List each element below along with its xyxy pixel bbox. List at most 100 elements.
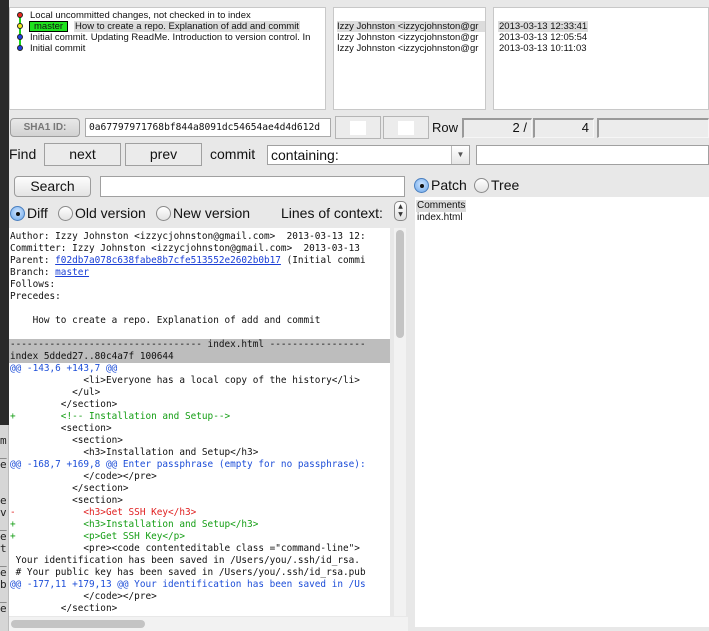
diff-line: Branch: master [10,267,89,279]
diff-hunk-header: @@ -168,7 +169,8 @@ Enter passphrase (em… [10,459,366,470]
commit-subject: Initial commit. Updating ReadMe. Introdu… [30,32,311,43]
row-total-field: 4 [533,118,594,138]
back-arrow-icon [350,121,366,135]
diff-vertical-scrollbar[interactable] [394,228,406,616]
forward-button[interactable] [383,116,429,139]
radio-selected-icon [10,206,25,221]
file-list-item[interactable]: Comments [416,200,467,212]
commit-subject: How to create a repo. Explanation of add… [74,21,300,32]
diff-line: <section> [10,435,123,446]
diff-line: </code></pre> [10,471,157,482]
diff-view[interactable]: Author: Izzy Johnston <izzycjohnston@gma… [9,228,390,616]
parent-commit-link[interactable]: f02db7a078c638fabe8b7cfe513552e2602b0b17 [55,255,281,266]
commit-list-pane[interactable]: Local uncommitted changes, not checked i… [9,7,326,110]
radio-selected-icon [414,178,429,193]
diff-line: </section> [10,399,118,410]
commit-row[interactable]: Initial commit. Updating ReadMe. Introdu… [29,32,325,43]
back-button[interactable] [335,116,381,139]
scrollbar-thumb[interactable] [11,620,145,628]
radio-unselected-icon [474,178,489,193]
commit-row[interactable]: Local uncommitted changes, not checked i… [29,10,325,21]
stepper-up-icon[interactable]: ▲ [395,203,406,211]
new-version-radio[interactable]: New version [156,205,250,221]
find-input[interactable] [476,145,709,165]
diff-line: Your identification has been saved in /U… [10,555,360,566]
author-list-pane[interactable]: Izzy Johnston <izzycjohnston@gr Izzy John… [333,7,486,110]
commit-date-text: 2013-03-13 10:11:03 [499,43,587,54]
changed-files-list[interactable]: Comments index.html [415,197,709,627]
commit-date-text: 2013-03-13 12:05:54 [499,32,588,43]
lines-of-context-label: Lines of context: [281,205,383,221]
patch-radio-label: Patch [431,177,467,193]
diff-horizontal-scrollbar[interactable] [9,617,408,631]
diff-radio[interactable]: Diff [10,205,48,221]
commit-subject: Local uncommitted changes, not checked i… [30,10,251,21]
branch-link[interactable]: master [55,267,89,278]
scrollbar-thumb[interactable] [396,230,404,338]
commit-dot-icon [17,23,23,29]
background-window-text: m _ e e v _ e t _ e b _ e [0,425,9,631]
diff-added-line: + <!-- Installation and Setup--> [10,411,231,422]
graph-line [19,14,21,48]
chevron-down-icon[interactable]: ▼ [451,146,469,164]
commit-date[interactable]: 2013-03-13 12:33:41 [498,21,589,32]
meta-label: Branch: [10,267,56,278]
diff-line: Follows: [10,279,56,290]
row-progress-field [597,118,709,138]
diff-file-header: ---------------------------------- index… [10,339,366,350]
find-mode-select[interactable]: containing: ▼ [267,145,470,165]
tree-radio[interactable]: Tree [474,177,519,193]
old-version-radio[interactable]: Old version [58,205,146,221]
diff-radio-label: Diff [27,205,48,221]
new-version-radio-label: New version [173,205,251,221]
diff-line: # Your public key has been saved in /Use… [10,567,366,578]
diff-line: Precedes: [10,291,61,302]
diff-line: </code></pre> [10,591,157,602]
diff-line: Committer: Izzy Johnston <izzycjohnston@… [10,243,360,254]
sha1-id-button[interactable]: SHA1 ID: [10,118,80,137]
find-label: Find [9,146,37,162]
diff-line: </section> [10,603,118,614]
row-label: Row [432,120,459,135]
meta-label: Parent: [10,255,56,266]
diff-hunk-header: @@ -177,11 +179,13 @@ Your identificatio… [10,579,366,590]
diff-hunk-header: @@ -143,6 +143,7 @@ [10,363,118,374]
commit-author[interactable]: Izzy Johnston <izzycjohnston@gr [337,21,485,32]
background-text-char: e [0,458,7,471]
diff-line: Author: Izzy Johnston <izzycjohnston@gma… [10,231,366,242]
diff-line: Parent: f02db7a078c638fabe8b7cfe513552e2… [10,255,366,267]
date-list-pane[interactable]: 2013-03-13 12:33:41 2013-03-13 12:05:54 20… [493,7,709,110]
find-prev-button[interactable]: prev [125,143,202,166]
sha1-id-field[interactable]: 0a67797971768bf844a8091dc54654ae4d4d612d [85,118,331,137]
diff-line: <h3>Installation and Setup</h3> [10,447,259,458]
search-input[interactable] [100,176,405,197]
commit-subject: Initial commit [30,43,86,54]
file-list-item[interactable]: index.html [416,212,464,224]
background-text-char: e [0,602,7,615]
commit-row[interactable]: Initial commit [29,43,325,54]
tree-radio-label: Tree [491,177,520,193]
radio-unselected-icon [156,206,171,221]
diff-line: </section> [10,483,129,494]
commit-date[interactable]: 2013-03-13 12:05:54 [498,32,588,43]
diff-line: <section> [10,495,123,506]
commit-author[interactable]: Izzy Johnston <izzycjohnston@gr [337,32,485,43]
row-current-field: 2 / [462,118,532,138]
commit-date[interactable]: 2013-03-13 10:11:03 [498,43,588,54]
find-next-button[interactable]: next [44,143,121,166]
find-mode-value: containing: [271,147,339,163]
diff-removed-line: - <h3>Get SSH Key</h3> [10,507,197,518]
commit-date-text: 2013-03-13 12:33:41 [498,21,589,32]
patch-radio[interactable]: Patch [414,177,467,193]
gitk-window: m _ e e v _ e t _ e b _ e Local uncommitted changes,… [0,0,709,631]
diff-added-line: + <p>Get SSH Key</p> [10,531,185,542]
commit-row[interactable]: master How to create a repo. Explanation … [29,21,325,32]
commit-dot-icon [17,12,23,18]
search-button[interactable]: Search [14,176,91,197]
commit-dot-icon [17,34,23,40]
commit-author[interactable]: Izzy Johnston <izzycjohnston@gr [337,43,485,54]
branch-tag[interactable]: master [29,21,69,32]
diff-line: <li>Everyone has a local copy of the his… [10,375,360,386]
stepper-down-icon[interactable]: ▼ [395,211,406,219]
lines-of-context-stepper[interactable]: ▲ ▼ [394,201,407,221]
